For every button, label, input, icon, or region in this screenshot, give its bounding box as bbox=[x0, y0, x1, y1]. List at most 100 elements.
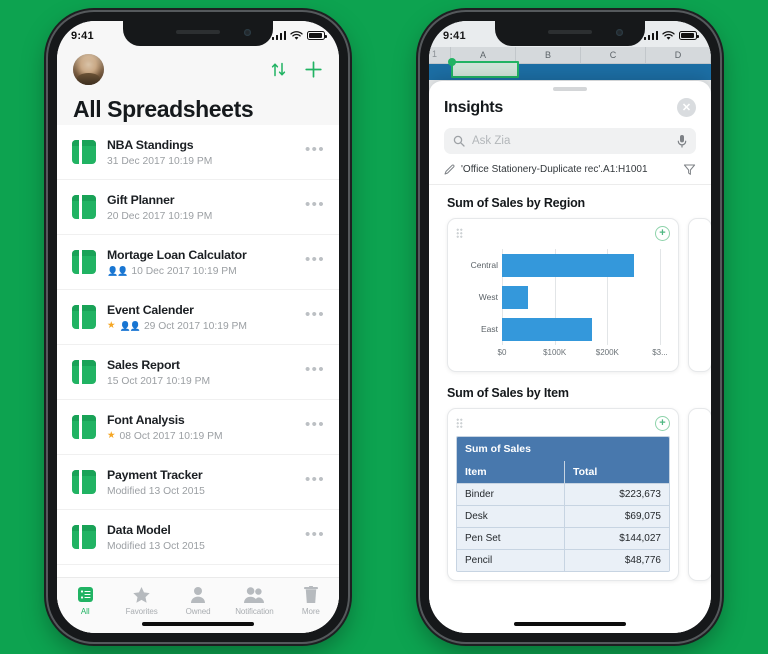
pivot-cell-total: $48,776 bbox=[624, 555, 661, 566]
column-header-D[interactable]: D bbox=[646, 47, 711, 63]
avatar[interactable] bbox=[73, 53, 104, 85]
pivot-caption: Sum of Sales bbox=[457, 437, 669, 461]
left-phone-frame: 9:41 All Spreadsheets NBA Standings 31 D… bbox=[48, 12, 348, 642]
earpiece-speaker bbox=[548, 30, 592, 34]
pivot-cell-total: $223,673 bbox=[619, 489, 661, 500]
search-input[interactable]: Ask Zia bbox=[472, 135, 670, 147]
list-item-subtitle: ★ 08 Oct 2017 10:19 PM bbox=[107, 431, 294, 442]
sort-arrows-icon[interactable] bbox=[270, 61, 287, 78]
spreadsheet-file-icon bbox=[72, 360, 96, 384]
battery-icon bbox=[679, 31, 699, 40]
table-carousel[interactable]: + Sum of Sales Item Total Binder $223,673 D… bbox=[429, 408, 711, 581]
header-actions bbox=[270, 60, 323, 79]
overflow-menu-button[interactable]: ••• bbox=[305, 527, 325, 542]
list-item-meta: Gift Planner 20 Dec 2017 10:19 PM bbox=[107, 193, 294, 222]
overflow-menu-button[interactable]: ••• bbox=[305, 417, 325, 432]
list-item-title: Font Analysis bbox=[107, 412, 185, 427]
tab-owned[interactable]: Owned bbox=[170, 585, 226, 616]
tab-label: All bbox=[80, 607, 90, 616]
plus-circle-icon[interactable]: + bbox=[655, 415, 670, 431]
column-header-B[interactable]: B bbox=[516, 47, 581, 63]
list-item[interactable]: Gift Planner 20 Dec 2017 10:19 PM ••• bbox=[57, 180, 339, 235]
tab-favorites[interactable]: Favorites bbox=[113, 585, 169, 616]
chart-bar-row: West bbox=[479, 285, 660, 309]
spreadsheet-file-icon bbox=[72, 415, 96, 439]
list-item[interactable]: Sales Report 15 Oct 2017 10:19 PM ••• bbox=[57, 345, 339, 400]
chart-bars: Central West East bbox=[471, 249, 660, 345]
insights-content[interactable]: Sum of Sales by Region + Central West East… bbox=[429, 185, 711, 633]
list-item-title: Mortage Loan Calculator bbox=[107, 247, 247, 262]
spreadsheet-file-icon bbox=[72, 195, 96, 219]
overflow-menu-button[interactable]: ••• bbox=[305, 362, 325, 377]
plus-icon[interactable] bbox=[304, 60, 323, 79]
list-item-title: Event Calender bbox=[107, 302, 194, 317]
spreadsheet-file-icon bbox=[72, 250, 96, 274]
drag-grip-icon[interactable] bbox=[456, 228, 463, 238]
list-item-date: 08 Oct 2017 10:19 PM bbox=[119, 430, 223, 442]
pivot-cell-item: Pencil bbox=[457, 550, 565, 571]
tab-more[interactable]: More bbox=[283, 585, 339, 616]
close-circle-icon[interactable]: ✕ bbox=[677, 98, 696, 117]
chart-card-next-peek[interactable] bbox=[688, 218, 711, 372]
column-header-C[interactable]: C bbox=[581, 47, 646, 63]
status-indicators bbox=[643, 28, 699, 41]
list-item-date: 31 Dec 2017 10:19 PM bbox=[107, 155, 213, 167]
table-row: Pen Set $144,027 bbox=[457, 527, 669, 549]
pivot-table: Sum of Sales Item Total Binder $223,673 Des… bbox=[456, 436, 670, 572]
tab-notification[interactable]: Notification bbox=[226, 585, 282, 616]
chart-plot-area: Central West East bbox=[471, 249, 661, 345]
spreadsheet-list[interactable]: NBA Standings 31 Dec 2017 10:19 PM ••• Gift… bbox=[57, 125, 339, 633]
cellular-bars-icon bbox=[643, 30, 658, 40]
drag-grip-icon[interactable] bbox=[456, 418, 463, 428]
list-grid-icon bbox=[77, 585, 94, 604]
chart-x-tick-label: $200K bbox=[595, 348, 619, 357]
chart-x-axis: $0 $100K $200K $3... bbox=[498, 345, 668, 361]
chart-bar-row: East bbox=[481, 317, 660, 341]
pencil-icon[interactable] bbox=[444, 164, 455, 175]
pivot-card-next-peek[interactable] bbox=[688, 408, 711, 581]
status-time: 9:41 bbox=[71, 29, 94, 42]
chart-carousel[interactable]: + Central West East $0 $100K $200K $3... bbox=[429, 218, 711, 372]
list-item[interactable]: Event Calender ★ 👤👤 29 Oct 2017 10:19 PM ••• bbox=[57, 290, 339, 345]
microphone-icon[interactable] bbox=[677, 134, 687, 148]
list-item-date: 10 Dec 2017 10:19 PM bbox=[131, 265, 237, 277]
spreadsheet-file-icon bbox=[72, 525, 96, 549]
list-item-meta: Font Analysis ★ 08 Oct 2017 10:19 PM bbox=[107, 413, 294, 442]
selection-handle[interactable] bbox=[448, 58, 456, 66]
card-toolbar: + bbox=[456, 225, 670, 241]
overflow-menu-button[interactable]: ••• bbox=[305, 252, 325, 267]
ask-zia-search-bar[interactable]: Ask Zia bbox=[444, 128, 696, 154]
selected-cell[interactable] bbox=[451, 61, 519, 78]
list-item[interactable]: Font Analysis ★ 08 Oct 2017 10:19 PM ••• bbox=[57, 400, 339, 455]
chart-category-label: Central bbox=[470, 260, 498, 270]
insights-panel: Insights ✕ Ask Zia 'Office Stationery-Du… bbox=[429, 81, 711, 633]
list-item[interactable]: Data Model Modified 13 Oct 2015 ••• bbox=[57, 510, 339, 565]
list-item-title: Sales Report bbox=[107, 357, 180, 372]
overflow-menu-button[interactable]: ••• bbox=[305, 472, 325, 487]
pivot-card-item[interactable]: + Sum of Sales Item Total Binder $223,673 D… bbox=[447, 408, 679, 581]
insights-title: Insights bbox=[444, 98, 503, 116]
section-title-region: Sum of Sales by Region bbox=[447, 196, 585, 210]
range-reference-row[interactable]: 'Office Stationery-Duplicate rec'.A1:H10… bbox=[429, 163, 711, 185]
plus-circle-icon[interactable]: + bbox=[655, 225, 670, 241]
tab-all[interactable]: All bbox=[57, 585, 113, 616]
range-reference-text: 'Office Stationery-Duplicate rec'.A1:H10… bbox=[461, 164, 648, 175]
overflow-menu-button[interactable]: ••• bbox=[305, 307, 325, 322]
funnel-filter-icon[interactable] bbox=[683, 163, 696, 176]
home-indicator bbox=[514, 621, 626, 626]
list-item-date: 20 Dec 2017 10:19 PM bbox=[107, 210, 213, 222]
list-item[interactable]: NBA Standings 31 Dec 2017 10:19 PM ••• bbox=[57, 125, 339, 180]
chart-card-region[interactable]: + Central West East $0 $100K $200K $3... bbox=[447, 218, 679, 372]
overflow-menu-button[interactable]: ••• bbox=[305, 197, 325, 212]
header-top-row bbox=[73, 51, 323, 87]
list-item-meta: Sales Report 15 Oct 2017 10:19 PM bbox=[107, 358, 294, 387]
list-item-subtitle: 👤👤 10 Dec 2017 10:19 PM bbox=[107, 266, 294, 277]
pivot-cell-total: $144,027 bbox=[619, 533, 661, 544]
list-item-title: NBA Standings bbox=[107, 137, 194, 152]
list-item[interactable]: Mortage Loan Calculator 👤👤 10 Dec 2017 10:… bbox=[57, 235, 339, 290]
list-item-subtitle: 31 Dec 2017 10:19 PM bbox=[107, 156, 294, 167]
pivot-cell-item: Binder bbox=[457, 484, 565, 505]
chart-bar bbox=[502, 253, 634, 277]
overflow-menu-button[interactable]: ••• bbox=[305, 142, 325, 157]
list-item[interactable]: Payment Tracker Modified 13 Oct 2015 ••• bbox=[57, 455, 339, 510]
